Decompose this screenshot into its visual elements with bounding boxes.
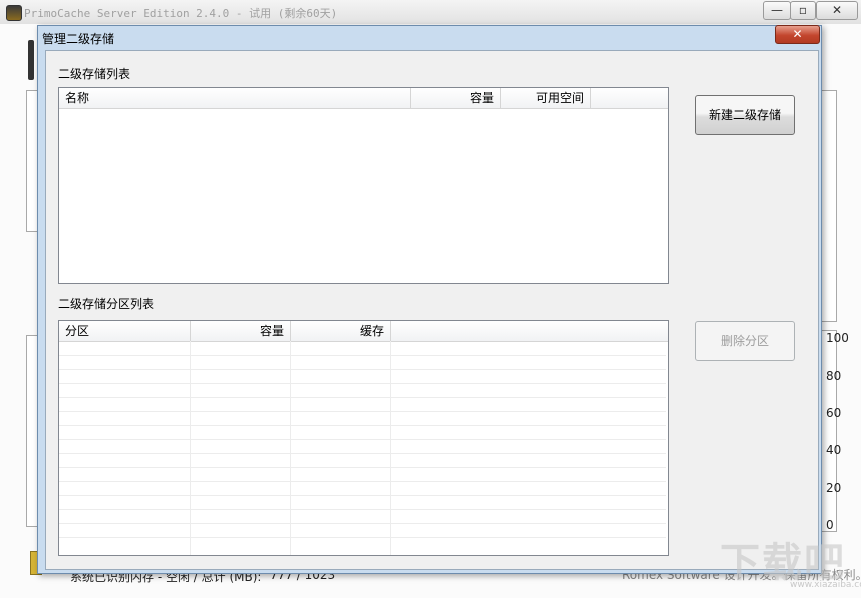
grid-line <box>59 411 666 412</box>
dialog-close-button[interactable]: ✕ <box>775 25 820 44</box>
grid-line <box>59 369 666 370</box>
partition-list-header: 分区 容量 缓存 <box>59 321 668 342</box>
delete-partition-button[interactable]: 删除分区 <box>695 321 795 361</box>
column-header-capacity[interactable]: 容量 <box>411 88 501 108</box>
grid-line <box>59 523 666 524</box>
minimize-button[interactable]: — <box>763 1 791 20</box>
grid-line <box>59 481 666 482</box>
grid-line <box>59 509 666 510</box>
new-storage-button[interactable]: 新建二级存储 <box>695 95 795 135</box>
storage-list[interactable]: 名称 容量 可用空间 <box>58 87 669 284</box>
main-panel-left-bottom <box>26 335 37 527</box>
app-icon <box>6 5 22 21</box>
main-window-title: PrimoCache Server Edition 2.4.0 - 试用 (剩余… <box>24 7 338 20</box>
main-panel-right-top <box>822 90 837 322</box>
main-panel-left-top <box>26 90 37 232</box>
axis-label: 60 <box>826 406 842 420</box>
grid-line <box>59 425 666 426</box>
grid-line <box>59 439 666 440</box>
grid-line <box>59 383 666 384</box>
side-indicator <box>28 40 34 80</box>
dialog-title: 管理二级存储 <box>42 32 115 46</box>
column-header-name[interactable]: 名称 <box>59 88 411 108</box>
axis-label: 100 <box>826 331 849 345</box>
column-header-partition[interactable]: 分区 <box>59 321 191 341</box>
axis-label: 40 <box>826 443 842 457</box>
partition-list-label: 二级存储分区列表 <box>58 297 155 311</box>
grid-line <box>59 495 666 496</box>
storage-list-header: 名称 容量 可用空间 <box>59 88 668 109</box>
main-close-button[interactable]: ✕ <box>816 1 858 20</box>
grid-line <box>59 397 666 398</box>
axis-label: 80 <box>826 369 842 383</box>
column-header-capacity[interactable]: 容量 <box>191 321 291 341</box>
main-panel-right-bottom <box>822 330 837 532</box>
grid-line <box>59 467 666 468</box>
grid-line <box>59 453 666 454</box>
grid-line <box>59 537 666 538</box>
storage-list-label: 二级存储列表 <box>58 67 131 81</box>
axis-label: 20 <box>826 481 842 495</box>
maximize-button[interactable]: ▫ <box>790 1 816 20</box>
column-header-cache[interactable]: 缓存 <box>291 321 391 341</box>
grid-line <box>59 355 666 356</box>
partition-list[interactable]: 分区 容量 缓存 <box>58 320 669 556</box>
watermark-url: www.xiazaiba.com <box>790 580 861 590</box>
column-header-free-space[interactable]: 可用空间 <box>501 88 591 108</box>
